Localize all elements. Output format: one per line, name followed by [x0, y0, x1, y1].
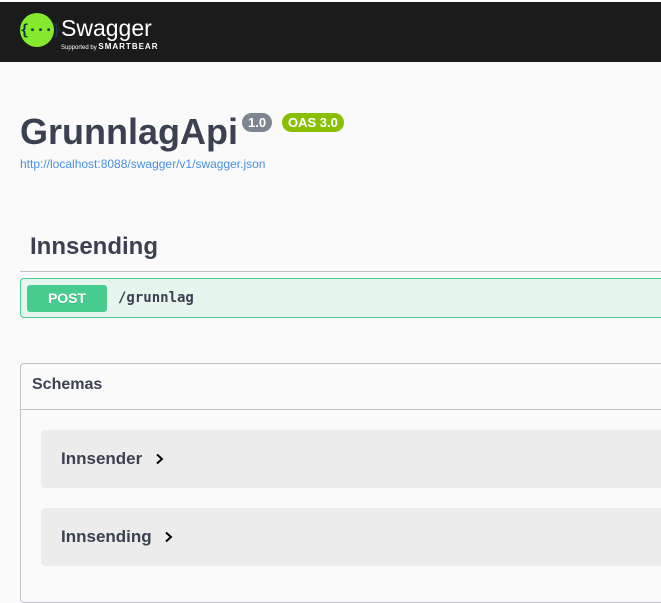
- topbar: {···} Swagger Supported by SMARTBEAR: [0, 0, 661, 62]
- api-title: GrunnlagApi: [20, 111, 238, 152]
- operation-post-grunnlag[interactable]: POST /grunnlag: [20, 278, 661, 318]
- brand-sub-company: SMARTBEAR: [98, 42, 159, 51]
- version-badge: 1.0: [242, 113, 273, 132]
- swagger-logo-link[interactable]: {···} Swagger Supported by SMARTBEAR: [20, 13, 180, 55]
- tag-title: Innsending: [30, 233, 158, 260]
- method-badge: POST: [27, 285, 107, 312]
- brand-subtitle: Supported by SMARTBEAR: [61, 43, 158, 52]
- swagger-logo-icon: {···}: [20, 13, 61, 47]
- chevron-right-icon: [156, 453, 164, 465]
- brand-sub-prefix: Supported by: [61, 45, 97, 51]
- schemas-title: Schemas: [32, 376, 103, 393]
- spec-url-link[interactable]: http://localhost:8088/swagger/v1/swagger…: [20, 157, 265, 171]
- schemas-header[interactable]: Schemas: [21, 364, 661, 410]
- model-name: Innsender: [61, 449, 143, 468]
- chevron-right-icon: [165, 531, 173, 543]
- model-name: Innsending: [61, 527, 152, 546]
- tag-section-header[interactable]: Innsending: [20, 228, 661, 272]
- schemas-section: Schemas Innsender Innsending: [20, 363, 661, 603]
- oas-version-badge: OAS 3.0: [282, 113, 344, 132]
- model-innsender[interactable]: Innsender: [41, 430, 661, 488]
- model-innsending[interactable]: Innsending: [41, 508, 661, 566]
- brand-name: Swagger: [61, 15, 152, 41]
- operation-path: /grunnlag: [118, 290, 194, 306]
